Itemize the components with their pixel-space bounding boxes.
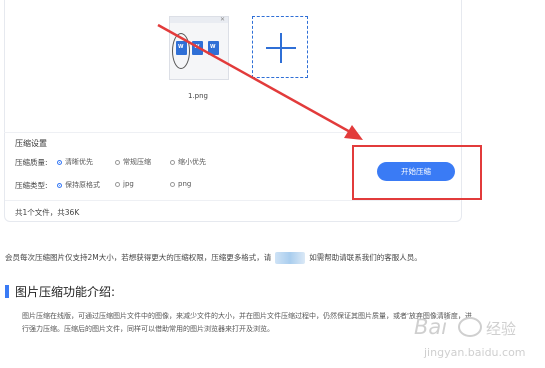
svg-text:Bai: Bai [414,315,447,339]
radio-selected-icon [57,159,62,165]
settings-title: 压缩设置 [15,139,47,148]
divider [4,132,462,133]
highlight-annotation-box [352,145,482,200]
document-icon: W [176,41,187,55]
divider [5,200,460,201]
radio-icon [115,159,120,165]
file-name: 1.png [187,92,208,100]
svg-text:jingyan.baidu.com: jingyan.baidu.com [423,346,526,359]
type-option-original[interactable]: 保持原格式 [57,180,100,190]
intro-text: 图片压缩在线版，可通过压缩图片文件中的图像，来减少文件的大小，并在图片文件压缩过… [22,312,472,333]
document-icon: W [208,41,219,55]
type-option-jpg[interactable]: jpg [115,180,134,188]
heading-accent-bar [5,285,9,298]
radio-icon [170,181,175,187]
watermark-logo: Bai 经验 jingyan.baidu.com [414,315,526,359]
svg-text:经验: 经验 [486,320,516,338]
type-option-png[interactable]: png [170,180,191,188]
radio-selected-icon [57,182,62,188]
file-count: 共1个文件，共36K [15,208,80,217]
quality-option-normal[interactable]: 常规压缩 [115,157,151,167]
document-icon: W [192,41,203,55]
radio-icon [115,181,120,187]
quality-option-small[interactable]: 缩小优先 [170,157,206,167]
blurred-link[interactable] [275,252,306,264]
baidu-jingyan-watermark-logo: Bai 经验 jingyan.baidu.com [408,308,540,364]
type-label: 压缩类型: [15,181,48,190]
image-thumbnail[interactable]: ✕ W W W [169,16,229,80]
remove-file-icon[interactable]: ✕ [220,16,225,23]
quality-option-clear[interactable]: 清晰优先 [57,157,93,167]
member-note: 会员每次压缩图片仅支持2M大小，若想获得更大的压缩权限，压缩更多格式，请 如需帮助… [5,252,422,264]
radio-icon [170,159,175,165]
intro-heading: 图片压缩功能介绍: [5,283,115,300]
add-file-button[interactable] [252,16,308,78]
quality-label: 压缩质量: [15,158,48,167]
